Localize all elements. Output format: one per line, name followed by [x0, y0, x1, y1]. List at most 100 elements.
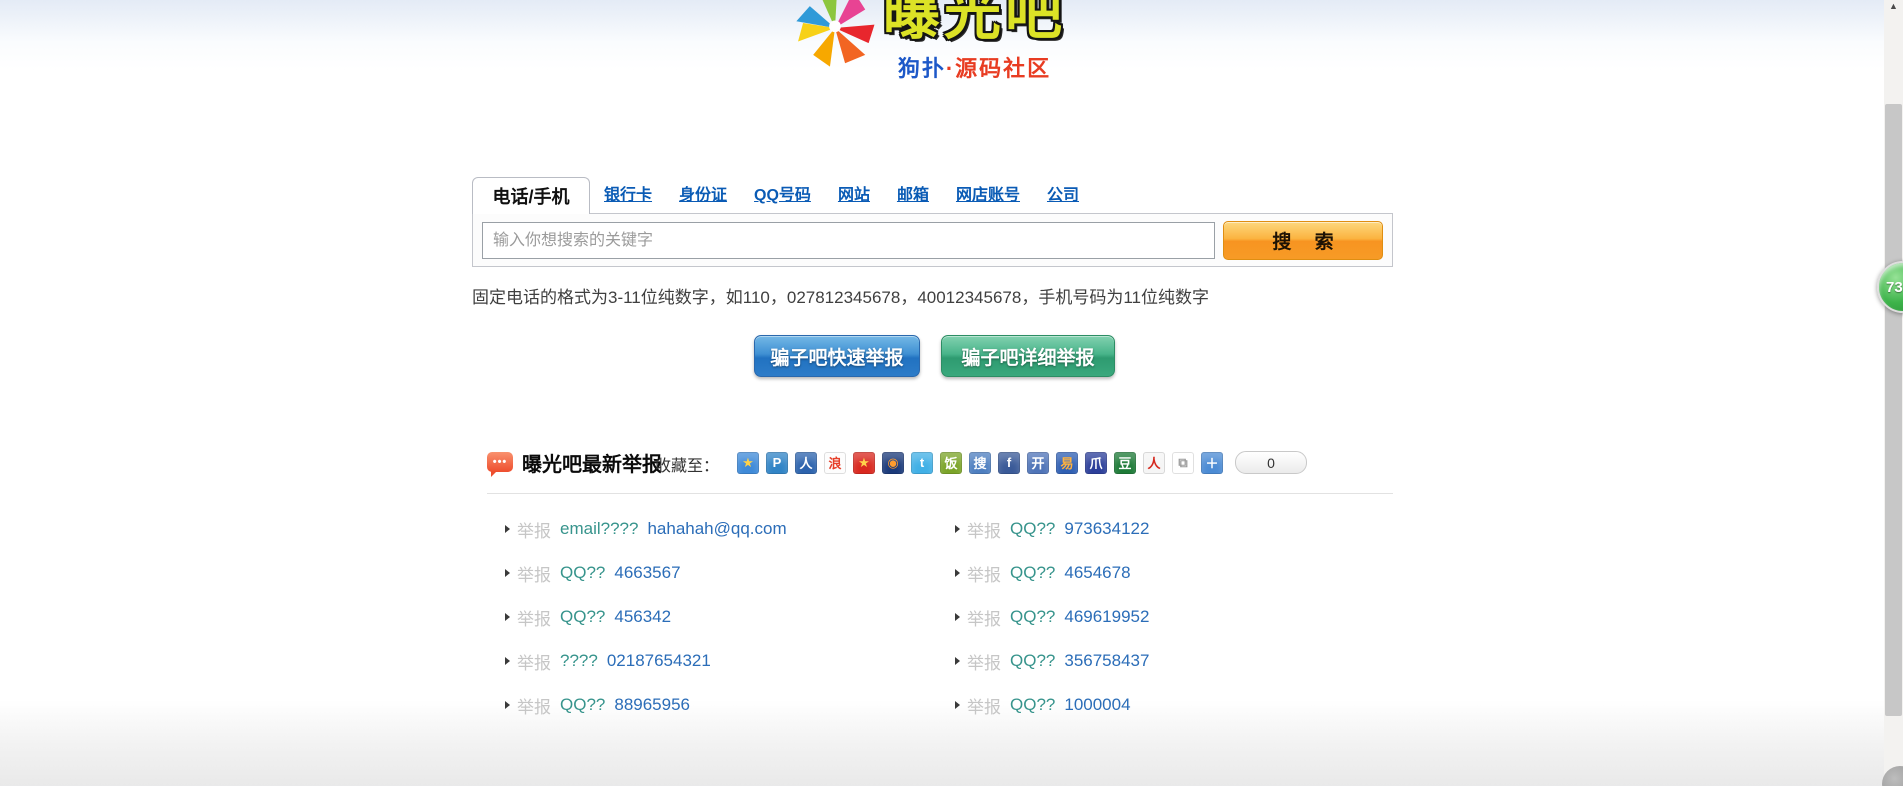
- report-type[interactable]: QQ??: [560, 695, 605, 715]
- search-panel: 搜 索: [472, 213, 1393, 267]
- bullet-icon: [955, 613, 960, 621]
- report-value[interactable]: 4654678: [1064, 563, 1130, 583]
- tab-id-card[interactable]: 身份证: [679, 181, 727, 205]
- site-subtitle: 狗扑·源码社区: [883, 51, 1066, 83]
- report-prefix: 举报: [967, 517, 1001, 542]
- report-link[interactable]: 举报 QQ?? 356758437: [955, 639, 1149, 683]
- starburst-logo-icon: [793, 0, 877, 70]
- report-value[interactable]: 88965956: [614, 695, 690, 715]
- report-link[interactable]: 举报 QQ?? 1000004: [955, 683, 1149, 727]
- sina-weibo-share-icon[interactable]: 浪: [824, 452, 846, 474]
- subtitle-left: 狗扑: [898, 56, 946, 81]
- report-prefix: 举报: [967, 605, 1001, 630]
- netease-weibo-share-icon[interactable]: 易: [1056, 452, 1078, 474]
- detail-report-button[interactable]: 骗子吧详细举报: [941, 335, 1115, 377]
- renmin-weibo-share-icon[interactable]: 人: [1143, 452, 1165, 474]
- tab-shop-account[interactable]: 网店账号: [956, 181, 1020, 205]
- report-value[interactable]: 973634122: [1064, 519, 1149, 539]
- bullet-icon: [955, 569, 960, 577]
- bullet-icon: [505, 613, 510, 621]
- fanfou-share-icon[interactable]: 饭: [940, 452, 962, 474]
- bullet-icon: [505, 569, 510, 577]
- report-link[interactable]: 举报 QQ?? 4654678: [955, 551, 1149, 595]
- kaixin-share-icon[interactable]: 开: [1027, 452, 1049, 474]
- report-link[interactable]: 举报 email???? hahahah@qq.com: [505, 507, 787, 551]
- report-value[interactable]: 356758437: [1064, 651, 1149, 671]
- twitter-share-icon[interactable]: t: [911, 452, 933, 474]
- site-logo: 曝光吧 狗扑·源码社区: [793, 0, 1066, 83]
- section-divider: [487, 493, 1393, 494]
- copy-share-icon[interactable]: ⧉: [1172, 452, 1194, 474]
- tab-qq-number[interactable]: QQ号码: [754, 181, 811, 205]
- bullet-icon: [955, 701, 960, 709]
- report-type[interactable]: QQ??: [1010, 519, 1055, 539]
- report-type[interactable]: QQ??: [1010, 563, 1055, 583]
- share-count-badge: 0: [1235, 451, 1307, 474]
- report-prefix: 举报: [517, 605, 551, 630]
- bullet-icon: [955, 657, 960, 665]
- floating-green-badge[interactable]: 73: [1877, 261, 1903, 313]
- search-input[interactable]: [482, 222, 1215, 259]
- report-type[interactable]: QQ??: [560, 607, 605, 627]
- bullet-icon: [955, 525, 960, 533]
- report-type[interactable]: QQ??: [1010, 695, 1055, 715]
- report-list-left: 举报 email???? hahahah@qq.com 举报 QQ?? 4663…: [505, 507, 787, 727]
- report-link[interactable]: 举报 QQ?? 4663567: [505, 551, 787, 595]
- subtitle-right: 源码社区: [955, 56, 1051, 81]
- subtitle-dot: ·: [946, 56, 955, 81]
- tab-website[interactable]: 网站: [838, 181, 870, 205]
- sohu-weibo-share-icon[interactable]: 搜: [969, 452, 991, 474]
- speech-bubble-icon: •••: [487, 452, 513, 472]
- quick-report-button[interactable]: 骗子吧快速举报: [754, 335, 920, 377]
- report-type[interactable]: QQ??: [1010, 651, 1055, 671]
- site-title: 曝光吧: [883, 0, 1066, 43]
- share-more-share-icon[interactable]: ＋: [1201, 452, 1223, 474]
- report-type[interactable]: QQ??: [560, 563, 605, 583]
- report-value[interactable]: 4663567: [614, 563, 680, 583]
- report-prefix: 举报: [967, 649, 1001, 674]
- search-category-tabs: 电话/手机 银行卡 身份证 QQ号码 网站 邮箱 网店账号 公司: [472, 177, 1079, 214]
- browser-scrollbar[interactable]: ▲: [1884, 0, 1903, 786]
- tencent-weibo-share-icon[interactable]: ★: [853, 452, 875, 474]
- report-prefix: 举报: [967, 561, 1001, 586]
- facebook-share-icon[interactable]: f: [998, 452, 1020, 474]
- renren-share-icon[interactable]: 人: [795, 452, 817, 474]
- qq-bookmark-share-icon[interactable]: ◉: [882, 452, 904, 474]
- report-value[interactable]: 02187654321: [607, 651, 711, 671]
- phone-format-hint: 固定电话的格式为3-11位纯数字，如110，027812345678，40012…: [472, 283, 1209, 308]
- tab-company[interactable]: 公司: [1047, 181, 1079, 205]
- report-type[interactable]: QQ??: [1010, 607, 1055, 627]
- report-link[interactable]: 举报 ???? 02187654321: [505, 639, 787, 683]
- tab-bank-card[interactable]: 银行卡: [604, 181, 652, 205]
- report-link[interactable]: 举报 QQ?? 469619952: [955, 595, 1149, 639]
- report-value[interactable]: 1000004: [1064, 695, 1130, 715]
- report-value[interactable]: 456342: [614, 607, 671, 627]
- bullet-icon: [505, 657, 510, 665]
- bullet-icon: [505, 525, 510, 533]
- qzone-share-icon[interactable]: ★: [737, 452, 759, 474]
- report-link[interactable]: 举报 QQ?? 456342: [505, 595, 787, 639]
- report-link[interactable]: 举报 QQ?? 973634122: [955, 507, 1149, 551]
- tab-phone-active[interactable]: 电话/手机: [472, 177, 590, 214]
- report-prefix: 举报: [517, 693, 551, 718]
- report-value[interactable]: 469619952: [1064, 607, 1149, 627]
- share-to-label: 收藏至：: [655, 452, 719, 476]
- latest-reports-title: 曝光吧最新举报: [522, 448, 662, 477]
- report-prefix: 举报: [967, 693, 1001, 718]
- report-type[interactable]: email????: [560, 519, 638, 539]
- scrollbar-thumb[interactable]: [1885, 104, 1902, 716]
- report-prefix: 举报: [517, 649, 551, 674]
- pengyou-share-icon[interactable]: P: [766, 452, 788, 474]
- report-list-right: 举报 QQ?? 973634122 举报 QQ?? 4654678 举报 QQ?…: [955, 507, 1149, 727]
- search-button[interactable]: 搜 索: [1223, 221, 1383, 260]
- douban-share-icon[interactable]: 豆: [1114, 452, 1136, 474]
- share-icons-row: ★ P 人 浪 ★ ◉ t 饭 搜 f 开 易 爪 豆 人 ⧉ ＋ 0: [737, 451, 1307, 474]
- report-prefix: 举报: [517, 517, 551, 542]
- report-value[interactable]: hahahah@qq.com: [647, 519, 786, 539]
- report-link[interactable]: 举报 QQ?? 88965956: [505, 683, 787, 727]
- baidu-cang-share-icon[interactable]: 爪: [1085, 452, 1107, 474]
- report-type[interactable]: ????: [560, 651, 598, 671]
- report-prefix: 举报: [517, 561, 551, 586]
- tab-email[interactable]: 邮箱: [897, 181, 929, 205]
- scroll-up-arrow-icon[interactable]: ▲: [1884, 1, 1903, 11]
